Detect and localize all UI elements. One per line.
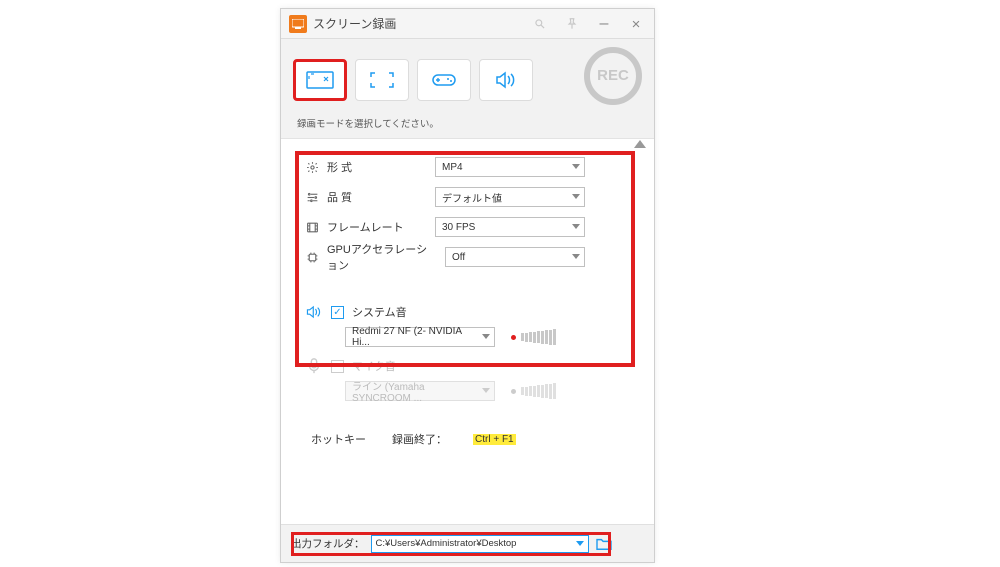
window-title: スクリーン録画 xyxy=(313,15,396,32)
format-label: 形 式 xyxy=(327,159,427,175)
open-folder-button[interactable] xyxy=(595,535,613,553)
mode-region-button[interactable] xyxy=(293,59,347,101)
system-audio-device-select[interactable]: Redmi 27 NF (2- NVIDIA Hi... xyxy=(345,327,495,347)
screen-recorder-window: スクリーン録画 – × xyxy=(280,8,655,563)
pin-icon[interactable] xyxy=(556,9,588,39)
sliders-icon xyxy=(305,190,319,204)
record-label: REC xyxy=(597,67,629,84)
system-audio-row: Redmi 27 NF (2- NVIDIA Hi... xyxy=(281,323,654,355)
toolbar-hint: 録画モードを選択してください。 xyxy=(297,116,439,130)
gpu-label: GPUアクセラレーション xyxy=(327,241,437,273)
record-button[interactable]: REC xyxy=(584,47,642,105)
mode-audio-button[interactable] xyxy=(479,59,533,101)
close-button[interactable]: × xyxy=(620,9,652,39)
row-framerate: フレームレート 30 FPS xyxy=(281,213,654,241)
mic-level xyxy=(511,383,556,399)
system-audio-level xyxy=(511,329,556,345)
hotkey-row: ホットキー 録画終了： Ctrl + F1 xyxy=(281,409,654,463)
minimize-button[interactable]: – xyxy=(588,9,620,39)
mic-row: ライン (Yamaha SYNCROOM ... xyxy=(281,377,654,409)
system-audio-label: システム音 xyxy=(352,304,407,320)
format-select[interactable]: MP4 xyxy=(435,157,585,177)
framerate-label: フレームレート xyxy=(327,219,427,235)
system-audio-checkbox[interactable]: ✓ xyxy=(331,306,344,319)
row-format: 形 式 MP4 xyxy=(281,153,654,181)
mic-label: マイク音 xyxy=(352,358,396,374)
settings-icon[interactable] xyxy=(524,9,556,39)
quality-select[interactable]: デフォルト値 xyxy=(435,187,585,207)
chip-icon xyxy=(305,250,319,264)
quality-label: 品 質 xyxy=(327,189,427,205)
mic-checkbox[interactable] xyxy=(331,360,344,373)
framerate-select[interactable]: 30 FPS xyxy=(435,217,585,237)
mode-fullscreen-button[interactable] xyxy=(355,59,409,101)
mic-header: マイク音 xyxy=(281,355,654,377)
output-path-select[interactable]: C:¥Users¥Administrator¥Desktop xyxy=(371,535,589,553)
titlebar: スクリーン録画 – × xyxy=(281,9,654,39)
speaker-icon xyxy=(305,303,323,321)
mode-game-button[interactable] xyxy=(417,59,471,101)
gear-icon xyxy=(305,160,319,174)
row-gpu: GPUアクセラレーション Off xyxy=(281,243,654,271)
film-icon xyxy=(305,220,319,234)
hotkey-title: ホットキー xyxy=(311,431,366,447)
footer: 出力フォルダ： C:¥Users¥Administrator¥Desktop xyxy=(281,524,654,562)
row-quality: 品 質 デフォルト値 xyxy=(281,183,654,211)
app-icon xyxy=(289,15,307,33)
output-label: 出力フォルダ： xyxy=(291,536,365,551)
hotkey-stop-label: 録画終了： xyxy=(392,431,447,447)
system-audio-header: ✓ システム音 xyxy=(281,301,654,323)
mic-icon xyxy=(305,357,323,375)
mic-device-select[interactable]: ライン (Yamaha SYNCROOM ... xyxy=(345,381,495,401)
gpu-select[interactable]: Off xyxy=(445,247,585,267)
mode-toolbar: REC 録画モードを選択してください。 xyxy=(281,39,654,139)
settings-panel: 形 式 MP4 品 質 デフォルト値 フレームレート 30 FPS xyxy=(281,139,654,463)
hotkey-stop-value[interactable]: Ctrl + F1 xyxy=(473,434,516,445)
